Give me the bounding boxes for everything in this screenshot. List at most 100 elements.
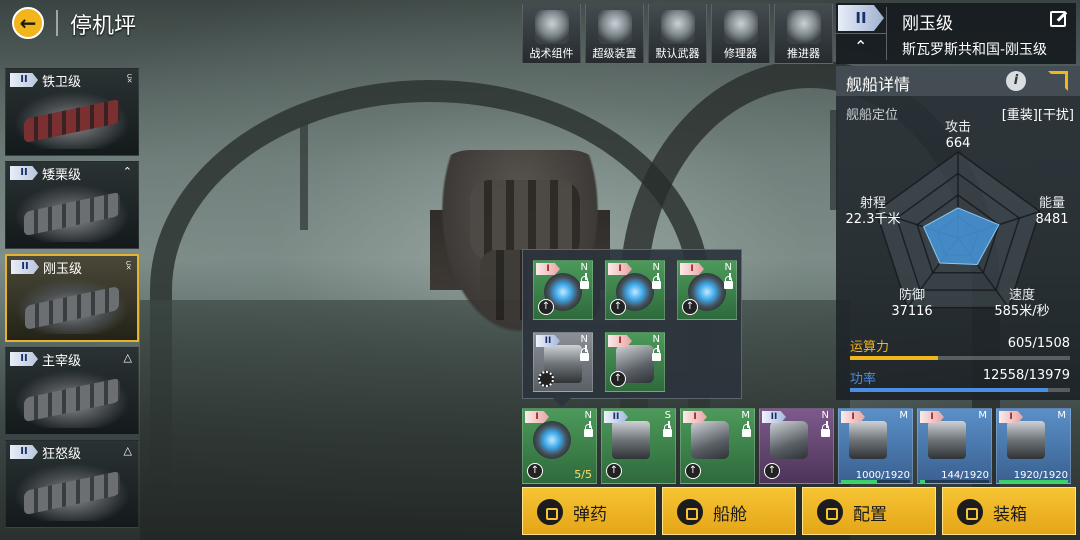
stat-speed-value: 585米/秒: [994, 304, 1050, 319]
back-button[interactable]: ←: [12, 7, 44, 39]
action-cabin-button[interactable]: 船舱: [662, 487, 796, 535]
module-slot[interactable]: I M 1920/1920: [996, 408, 1071, 484]
stat-defense: 防御 37116: [882, 288, 942, 320]
ship-card[interactable]: II 狂怒级 △: [5, 440, 139, 528]
ship-card[interactable]: II 矮栗级 ⌃: [5, 161, 139, 249]
module-size-letter: N: [584, 410, 592, 421]
upgrade-arrow-icon[interactable]: ↑: [610, 371, 626, 387]
super-device-icon: [598, 10, 632, 44]
category-label: 超级装置: [592, 47, 637, 60]
category-repair[interactable]: 修理器: [711, 3, 770, 64]
ship-card[interactable]: II 铁卫级 ⫁: [5, 68, 139, 156]
category-default-weapon[interactable]: 默认武器: [648, 3, 707, 64]
repair-icon: [724, 10, 758, 44]
stat-range: 射程 22.3千米: [838, 196, 908, 228]
module-progress-fill: [841, 480, 877, 483]
config-icon: [817, 499, 843, 525]
module-progress-bar: [920, 480, 989, 483]
action-config-button[interactable]: 配置: [802, 487, 936, 535]
gear-icon[interactable]: [538, 371, 554, 387]
module-slot[interactable]: I N ↑: [533, 260, 593, 320]
ship-card[interactable]: II 主宰级 △: [5, 347, 139, 435]
module-size-letter: M: [741, 410, 750, 421]
module-slot[interactable]: I N ↑: [605, 332, 665, 392]
ship-tier-badge: II: [838, 5, 884, 31]
module-slot[interactable]: I N ↑: [677, 260, 737, 320]
upgrade-arrow-icon[interactable]: ↑: [606, 463, 622, 479]
tactical-component-icon: [535, 10, 569, 44]
category-super-device[interactable]: 超级装置: [585, 3, 644, 64]
module-size-letter: M: [1057, 410, 1066, 421]
edit-icon[interactable]: [1050, 11, 1066, 27]
category-thruster[interactable]: 推进器: [774, 3, 833, 64]
lock-icon: [742, 424, 751, 437]
category-label: 战术组件: [529, 47, 574, 60]
action-label: 弹药: [573, 505, 607, 525]
lock-icon: [652, 276, 661, 289]
chevron-icon: ⌃: [122, 165, 132, 178]
module-device-icon: [691, 421, 729, 459]
ship-tier-badge: II: [10, 73, 38, 87]
ship-card[interactable]: II 刚玉级 ⫁: [5, 254, 139, 342]
lock-icon: [652, 348, 661, 361]
module-progress-bar: [999, 480, 1068, 483]
action-crate-button[interactable]: 装箱: [942, 487, 1076, 535]
module-slot[interactable]: I N ↑: [605, 260, 665, 320]
module-device-icon: [770, 421, 808, 459]
rank-chevron-icon: ⌃: [854, 37, 868, 56]
ship-name: 主宰级: [42, 354, 82, 369]
module-slot[interactable]: II N ↑: [759, 408, 834, 484]
detail-title-bar: 舰船详情 i: [836, 66, 1080, 96]
module-turret-icon: [612, 421, 650, 459]
category-label: 修理器: [724, 47, 757, 60]
upgrade-arrow-icon[interactable]: ↑: [685, 463, 701, 479]
module-size-letter: N: [724, 262, 732, 273]
ship-thumbnail: [14, 463, 130, 521]
upgrade-arrow-icon[interactable]: ↑: [764, 463, 780, 479]
ship-name: 刚玉级: [43, 262, 83, 277]
double-chevron-icon: ⫁: [127, 72, 132, 85]
category-label: 默认武器: [655, 47, 700, 60]
module-slot[interactable]: II N: [533, 332, 593, 392]
upgrade-arrow-icon[interactable]: ↑: [538, 299, 554, 315]
module-size-letter: N: [652, 334, 660, 345]
module-size-letter: N: [580, 334, 588, 345]
stat-speed-label: 速度: [1008, 288, 1035, 303]
info-icon[interactable]: i: [1006, 71, 1026, 91]
expand-icon[interactable]: [1048, 71, 1068, 91]
module-slot[interactable]: I M 144/1920: [917, 408, 992, 484]
action-label: 船舱: [713, 505, 747, 525]
stat-attack-label: 攻击: [944, 120, 971, 135]
module-slot[interactable]: I M 1000/1920: [838, 408, 913, 484]
module-turret-icon: [849, 421, 887, 459]
module-size-letter: M: [899, 410, 908, 421]
upgrade-arrow-icon[interactable]: ↑: [682, 299, 698, 315]
module-reactor-icon: [533, 421, 571, 459]
module-slot-row: I N ↑ 5/5 II S ↑ I M ↑ II N ↑ I M 1000/1920 I M 144/1920 I M…: [522, 408, 1080, 484]
power-value: 12558/13979: [982, 368, 1070, 383]
ship-thumbnail: [14, 370, 130, 428]
module-slot[interactable]: II S ↑: [601, 408, 676, 484]
ship-list: II 铁卫级 ⫁ II 矮栗级 ⌃ II 刚玉级 ⫁ II 主宰级 △ II 狂怒级 △: [5, 68, 139, 533]
ship-name: 刚玉级: [902, 14, 953, 34]
ship-thumbnail: [15, 278, 129, 334]
ship-detail-panel: 舰船详情 i 舰船定位 [重装][干扰] 攻击 664 能量 8481 速度 5…: [836, 66, 1080, 400]
hangar-tower: [300, 120, 308, 230]
action-bar: 弹药 船舱 配置 装箱: [522, 487, 1080, 537]
module-slot[interactable]: I N ↑ 5/5: [522, 408, 597, 484]
ship-name: 狂怒级: [42, 447, 82, 462]
lock-icon: [821, 424, 830, 437]
default-weapon-icon: [661, 10, 695, 44]
upgrade-arrow-icon[interactable]: ↑: [527, 463, 543, 479]
module-turret-icon: [928, 421, 966, 459]
power-label: 功率: [850, 372, 877, 387]
back-arrow-icon: ←: [19, 11, 37, 35]
action-ammo-button[interactable]: 弹药: [522, 487, 656, 535]
category-tactical-component[interactable]: 战术组件: [522, 3, 581, 64]
module-slot[interactable]: I M ↑: [680, 408, 755, 484]
lock-icon: [724, 276, 733, 289]
stat-defense-value: 37116: [891, 304, 933, 319]
upgrade-arrow-icon[interactable]: ↑: [610, 299, 626, 315]
triangle-icon: △: [123, 351, 132, 364]
module-size-letter: N: [580, 262, 588, 273]
